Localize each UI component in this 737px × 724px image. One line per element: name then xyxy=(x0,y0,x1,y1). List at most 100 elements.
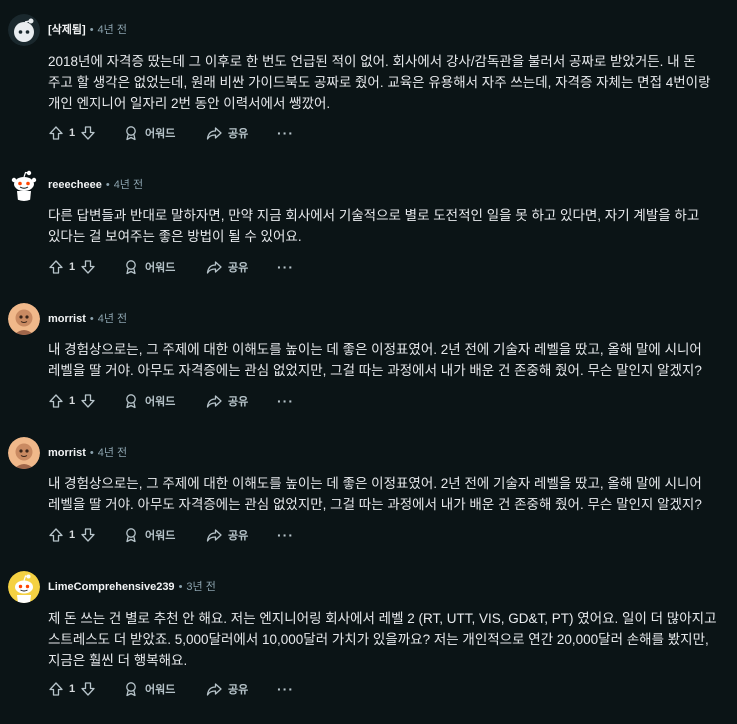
downvote-icon[interactable] xyxy=(80,259,96,275)
snoo-yellow-avatar-icon[interactable] xyxy=(8,571,40,603)
more-options-button[interactable]: ··· xyxy=(277,123,294,143)
comment-line: 내 경험상으로는, 그 주제에 대한 이해도를 높이는 데 좋은 이정표였어. … xyxy=(48,476,702,491)
award-button[interactable]: 어워드 xyxy=(123,679,175,699)
vote-count: 1 xyxy=(69,127,76,139)
comment-line: 레벨을 딸 거야. 아무도 자격증에는 관심 없었지만, 그걸 따는 과정에서 … xyxy=(48,363,702,378)
timestamp[interactable]: 4년 전 xyxy=(98,313,127,325)
upvote-icon[interactable] xyxy=(48,259,64,275)
share-label: 공유 xyxy=(228,262,249,274)
share-icon xyxy=(206,259,222,275)
comment-body: 다른 답변들과 반대로 말하자면, 만약 지금 회사에서 기술적으로 별로 도전… xyxy=(48,205,728,247)
comment-meta: [삭제됨] • 4년 전 xyxy=(48,23,127,37)
award-button[interactable]: 어워드 xyxy=(123,391,175,411)
award-label: 어워드 xyxy=(145,128,176,140)
award-button[interactable]: 어워드 xyxy=(123,257,175,277)
award-label: 어워드 xyxy=(145,684,176,696)
comment-actions: 1 어워드 공유 ··· xyxy=(48,391,348,411)
vote-group: 1 xyxy=(48,525,96,545)
award-icon xyxy=(123,527,139,543)
share-label: 공유 xyxy=(228,684,249,696)
timestamp[interactable]: 4년 전 xyxy=(98,24,127,36)
vote-count: 1 xyxy=(69,683,76,695)
downvote-icon[interactable] xyxy=(80,681,96,697)
comment-meta: LimeComprehensive239 • 3년 전 xyxy=(48,580,216,594)
comment-line: 제 돈 쓰는 건 별로 추천 안 해요. 저는 엔지니어링 회사에서 레벨 2 … xyxy=(48,611,717,626)
upvote-icon[interactable] xyxy=(48,681,64,697)
meta-separator: • xyxy=(89,24,94,36)
downvote-icon[interactable] xyxy=(80,527,96,543)
comment-line: 스트레스도 더 받았죠. 5,000달러에서 10,000달러 가치가 있을까요… xyxy=(48,632,709,647)
comment-line: 개인 엔지니어 일자리 2번 동안 이력서에서 쌩깠어. xyxy=(48,96,331,111)
author-name[interactable]: morrist xyxy=(48,447,86,459)
comment-meta: morrist • 4년 전 xyxy=(48,446,127,460)
author-name[interactable]: LimeComprehensive239 xyxy=(48,581,175,593)
comment-line: 있다는 걸 보여주는 좋은 방법이 될 수 있어요. xyxy=(48,229,302,244)
comment-actions: 1 어워드 공유 ··· xyxy=(48,257,348,277)
vote-group: 1 xyxy=(48,257,96,277)
more-options-button[interactable]: ··· xyxy=(277,257,294,277)
user-avatar-icon[interactable] xyxy=(8,303,40,335)
timestamp[interactable]: 4년 전 xyxy=(98,447,127,459)
upvote-icon[interactable] xyxy=(48,527,64,543)
author-name[interactable]: morrist xyxy=(48,313,86,325)
comment-thread: [삭제됨] • 4년 전 2018년에 자격증 땄는데 그 이후로 한 번도 언급된… xyxy=(0,0,737,724)
share-icon xyxy=(206,393,222,409)
comment-body: 내 경험상으로는, 그 주제에 대한 이해도를 높이는 데 좋은 이정표였어. … xyxy=(48,339,728,381)
timestamp[interactable]: 4년 전 xyxy=(114,179,143,191)
share-button[interactable]: 공유 xyxy=(206,123,248,143)
comment-body: 제 돈 쓰는 건 별로 추천 안 해요. 저는 엔지니어링 회사에서 레벨 2 … xyxy=(48,608,728,671)
author-name[interactable]: reeecheee xyxy=(48,179,102,191)
more-options-button[interactable]: ··· xyxy=(277,525,294,545)
share-button[interactable]: 공유 xyxy=(206,525,248,545)
comment-actions: 1 어워드 공유 ··· xyxy=(48,123,348,143)
share-label: 공유 xyxy=(228,396,249,408)
share-label: 공유 xyxy=(228,128,249,140)
award-icon xyxy=(123,393,139,409)
comment-meta: morrist • 4년 전 xyxy=(48,312,127,326)
comment-line: 주고 할 생각은 없었는데, 원래 비싼 가이드북도 공짜로 줬어. 교육은 유… xyxy=(48,75,711,90)
upvote-icon[interactable] xyxy=(48,125,64,141)
share-icon xyxy=(206,527,222,543)
vote-group: 1 xyxy=(48,679,96,699)
default-avatar-icon[interactable] xyxy=(8,14,40,46)
award-label: 어워드 xyxy=(145,530,176,542)
comment-line: 다른 답변들과 반대로 말하자면, 만약 지금 회사에서 기술적으로 별로 도전… xyxy=(48,208,700,223)
comment-line: 지금은 훨씬 더 행복해요. xyxy=(48,653,188,668)
author-name[interactable]: [삭제됨] xyxy=(48,24,86,36)
vote-count: 1 xyxy=(69,261,76,273)
vote-count: 1 xyxy=(69,395,76,407)
share-button[interactable]: 공유 xyxy=(206,257,248,277)
meta-separator: • xyxy=(178,581,183,593)
comment-line: 레벨을 딸 거야. 아무도 자격증에는 관심 없었지만, 그걸 따는 과정에서 … xyxy=(48,497,702,512)
share-icon xyxy=(206,125,222,141)
downvote-icon[interactable] xyxy=(80,125,96,141)
share-button[interactable]: 공유 xyxy=(206,679,248,699)
award-icon xyxy=(123,125,139,141)
timestamp[interactable]: 3년 전 xyxy=(186,581,215,593)
meta-separator: • xyxy=(89,313,94,325)
upvote-icon[interactable] xyxy=(48,393,64,409)
more-options-button[interactable]: ··· xyxy=(277,679,294,699)
vote-group: 1 xyxy=(48,123,96,143)
vote-count: 1 xyxy=(69,529,76,541)
award-button[interactable]: 어워드 xyxy=(123,123,175,143)
comment-meta: reeecheee • 4년 전 xyxy=(48,178,143,192)
share-button[interactable]: 공유 xyxy=(206,391,248,411)
award-icon xyxy=(123,681,139,697)
comment-actions: 1 어워드 공유 ··· xyxy=(48,525,348,545)
meta-separator: • xyxy=(105,179,110,191)
comment-line: 내 경험상으로는, 그 주제에 대한 이해도를 높이는 데 좋은 이정표였어. … xyxy=(48,342,702,357)
award-label: 어워드 xyxy=(145,262,176,274)
comment-body: 내 경험상으로는, 그 주제에 대한 이해도를 높이는 데 좋은 이정표였어. … xyxy=(48,473,728,515)
vote-group: 1 xyxy=(48,391,96,411)
user-avatar-icon[interactable] xyxy=(8,437,40,469)
comment-line: 2018년에 자격증 땄는데 그 이후로 한 번도 언급된 적이 없어. 회사에… xyxy=(48,54,696,69)
share-icon xyxy=(206,681,222,697)
award-button[interactable]: 어워드 xyxy=(123,525,175,545)
downvote-icon[interactable] xyxy=(80,393,96,409)
more-options-button[interactable]: ··· xyxy=(277,391,294,411)
snoo-avatar-icon[interactable] xyxy=(8,169,40,201)
award-label: 어워드 xyxy=(145,396,176,408)
award-icon xyxy=(123,259,139,275)
comment-actions: 1 어워드 공유 ··· xyxy=(48,679,348,699)
